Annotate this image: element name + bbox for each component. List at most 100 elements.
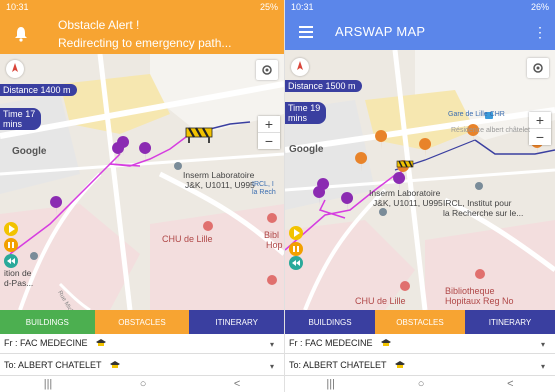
tab-buildings[interactable]: BUILDINGS	[0, 310, 95, 334]
app-title: ARSWAP MAP	[335, 24, 426, 39]
compass-icon[interactable]	[6, 60, 24, 78]
zoom-in-button[interactable]: +	[529, 112, 551, 129]
time-badge: Time 17 mins	[0, 108, 42, 130]
tab-obstacles[interactable]: OBSTACLES	[94, 310, 190, 334]
time-unit: mins	[3, 119, 23, 129]
status-bar: 10:31 26%	[285, 0, 555, 14]
to-field[interactable]: To: ALBERT CHATELET ▾	[0, 354, 284, 376]
map-label-pas: d-Pas...	[4, 278, 34, 288]
back-button[interactable]: <	[234, 378, 240, 390]
chevron-down-icon: ▾	[269, 362, 274, 371]
from-field[interactable]: Fr : FAC MEDECINE ▾	[285, 332, 555, 354]
home-button[interactable]: ○	[418, 378, 425, 390]
tab-itinerary[interactable]: ITINERARY	[189, 310, 284, 334]
map-label-chu: CHU de Lille	[162, 234, 213, 244]
google-logo: Google	[289, 144, 324, 155]
hamburger-menu-icon[interactable]	[299, 26, 313, 38]
map-label-jk: J&K, U1011, U995	[185, 180, 255, 190]
recent-apps-button[interactable]: |||	[326, 378, 335, 390]
map-label-bibl: Bibl	[264, 230, 280, 240]
notification-title: Obstacle Alert !	[58, 18, 140, 32]
pause-button[interactable]	[4, 238, 18, 252]
rewind-button[interactable]	[289, 256, 303, 270]
zoom-controls: + −	[258, 116, 280, 149]
zoom-out-button[interactable]: −	[258, 133, 280, 149]
chevron-down-icon: ▾	[269, 340, 274, 349]
home-button[interactable]: ○	[140, 378, 147, 390]
time-label: Time	[288, 103, 308, 113]
mortarboard-icon	[394, 360, 405, 368]
to-field-text: To: ALBERT CHATELET	[289, 359, 387, 370]
bell-icon	[15, 27, 27, 42]
map-label-chu: CHU de Lille	[355, 296, 406, 306]
play-button[interactable]	[4, 222, 18, 236]
android-nav-bar: ||| ○ <	[0, 376, 284, 392]
from-field-text: Fr : FAC MEDECINE	[289, 337, 373, 348]
map-label-rech: la Recherche sur le...	[443, 208, 524, 218]
mortarboard-icon	[380, 338, 391, 346]
tab-itinerary[interactable]: ITINERARY	[465, 310, 555, 334]
google-logo: Google	[12, 146, 47, 157]
app-bar: ARSWAP MAP ⋮	[285, 14, 555, 50]
play-button[interactable]	[289, 226, 303, 240]
obstacle-notification[interactable]: Obstacle Alert ! Redirecting to emergenc…	[0, 14, 284, 54]
status-bar: 10:31 25%	[0, 0, 284, 14]
time-unit: mins	[288, 113, 308, 123]
tab-buildings[interactable]: BUILDINGS	[285, 310, 375, 334]
rewind-icon	[7, 258, 15, 264]
overflow-menu-icon[interactable]: ⋮	[533, 24, 547, 41]
map-label-hop: Hop	[266, 240, 283, 250]
time-value: 17	[25, 109, 36, 119]
map-label-bibl: Bibliotheque	[445, 286, 495, 296]
to-field[interactable]: To: ALBERT CHATELET ▾	[285, 354, 555, 376]
map-view[interactable]: Rue Michel Polonovski Distance 1400 m Ti…	[0, 54, 284, 310]
bottom-tabs: BUILDINGS OBSTACLES ITINERARY	[285, 310, 555, 334]
map-label-ircl: IRCL, Institut pour	[443, 198, 512, 208]
map-label-inserm: Inserm Laboratoire	[369, 188, 441, 198]
notification-message: Redirecting to emergency path...	[58, 36, 232, 50]
status-battery: 26%	[530, 2, 549, 12]
crosshair-icon	[533, 63, 543, 73]
mortarboard-icon	[109, 360, 120, 368]
status-time: 10:31	[291, 2, 314, 12]
to-field-text: To: ALBERT CHATELET	[4, 359, 102, 370]
zoom-in-button[interactable]: +	[258, 116, 280, 133]
compass-icon[interactable]	[291, 58, 309, 76]
from-field[interactable]: Fr : FAC MEDECINE ▾	[0, 332, 284, 354]
distance-badge: Distance 1400 m	[0, 84, 77, 96]
map-view[interactable]: Distance 1500 m Time 19 mins Google + − …	[285, 50, 555, 310]
play-icon	[294, 229, 300, 237]
time-value: 19	[310, 103, 321, 113]
back-button[interactable]: <	[507, 378, 513, 390]
time-badge: Time 19 mins	[285, 102, 327, 124]
mortarboard-icon	[95, 338, 106, 346]
from-field-text: Fr : FAC MEDECINE	[4, 337, 88, 348]
bottom-tabs: BUILDINGS OBSTACLES ITINERARY	[0, 310, 284, 334]
map-label-residence: Résidence albert châtelet	[451, 127, 530, 134]
rewind-button[interactable]	[4, 254, 18, 268]
status-time: 10:31	[6, 2, 29, 12]
status-battery: 25%	[259, 2, 278, 12]
pause-icon	[8, 242, 14, 248]
distance-text: Distance 1500 m	[288, 81, 356, 91]
recent-apps-button[interactable]: |||	[44, 378, 53, 390]
crosshair-icon	[262, 65, 272, 75]
pause-button[interactable]	[289, 242, 303, 256]
android-nav-bar: ||| ○ <	[285, 376, 555, 392]
map-label-hop: Hopitaux Reg No	[445, 296, 514, 306]
zoom-controls: + −	[529, 112, 551, 145]
zoom-out-button[interactable]: −	[529, 129, 551, 145]
tab-obstacles[interactable]: OBSTACLES	[375, 310, 465, 334]
map-label-gare: Gare de Lille CHR	[448, 111, 505, 118]
map-label-ition: ition de	[4, 268, 32, 278]
distance-text: Distance 1400 m	[3, 85, 71, 95]
chevron-down-icon: ▾	[540, 362, 545, 371]
map-label-inserm: Inserm Laboratoire	[183, 170, 255, 180]
distance-badge: Distance 1500 m	[285, 80, 362, 92]
right-phone-screen: 10:31 26% ARSWAP MAP ⋮ Distance 1500 m T…	[285, 0, 555, 392]
my-location-button[interactable]	[256, 60, 278, 80]
my-location-button[interactable]	[527, 58, 549, 78]
chevron-down-icon: ▾	[540, 340, 545, 349]
rewind-icon	[292, 260, 300, 266]
pause-icon	[293, 246, 299, 252]
